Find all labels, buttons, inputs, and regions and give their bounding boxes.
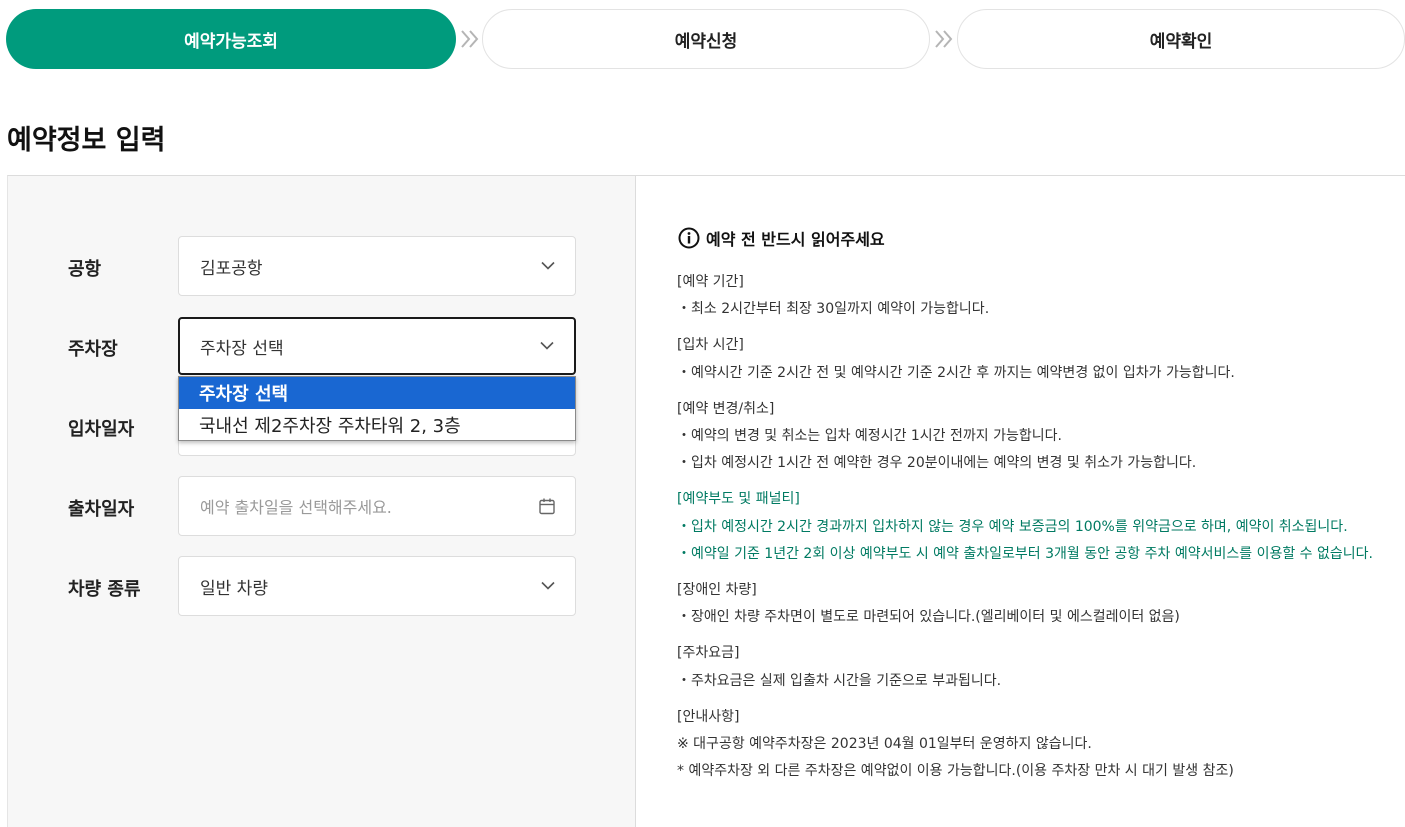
notice-heading: 예약 전 반드시 읽어주세요 bbox=[678, 226, 885, 250]
double-chevron-right-icon bbox=[935, 30, 953, 48]
chevron-down-icon bbox=[541, 261, 555, 270]
notice-section-title: [입차 시간] bbox=[677, 337, 744, 354]
vehicle-type-value: 일반 차량 bbox=[200, 578, 268, 599]
exit-date-label: 출차일자 bbox=[68, 499, 135, 520]
step-confirmation: 예약확인 bbox=[957, 9, 1405, 69]
notice-item: ・예약일 기준 1년간 2회 이상 예약부도 시 예약 출차일로부터 3개월 동… bbox=[677, 545, 1373, 562]
notice-item: ※ 대구공항 예약주차장은 2023년 04월 01일부터 운영하지 않습니다. bbox=[677, 736, 1092, 753]
step-availability: 예약가능조회 bbox=[6, 9, 456, 69]
notice-item: ・예약의 변경 및 취소는 입차 예정시간 1시간 전까지 가능합니다. bbox=[677, 428, 1062, 445]
chevron-down-icon bbox=[540, 341, 554, 350]
double-chevron-right-icon bbox=[461, 30, 479, 48]
notice-section-title: [예약부도 및 패널티] bbox=[677, 491, 800, 508]
notice-section-title: [안내사항] bbox=[677, 708, 740, 725]
step-application: 예약신청 bbox=[482, 9, 930, 69]
notice-section-title: [장애인 차량] bbox=[677, 582, 757, 599]
notice-item: ・입차 예정시간 2시간 경과까지 입차하지 않는 경우 예약 보증금의 100… bbox=[677, 518, 1348, 535]
chevron-down-icon bbox=[541, 581, 555, 590]
notice-item: ・최소 2시간부터 최장 30일까지 예약이 가능합니다. bbox=[677, 301, 990, 318]
notice-item: ・주차요금은 실제 입출차 시간을 기준으로 부과됩니다. bbox=[677, 672, 1002, 689]
airport-label: 공항 bbox=[68, 259, 102, 280]
airport-select[interactable]: 김포공항 bbox=[178, 236, 576, 296]
exit-date-placeholder: 예약 출차일을 선택해주세요. bbox=[200, 498, 392, 517]
parking-label: 주차장 bbox=[68, 339, 118, 360]
step-indicator: 예약가능조회 예약신청 예약확인 bbox=[0, 0, 1405, 80]
notice-item: ・입차 예정시간 1시간 전 예약한 경우 20분이내에는 예약의 변경 및 취… bbox=[677, 455, 1197, 472]
notice-section-title: [예약 기간] bbox=[677, 274, 744, 290]
notice-section-title: [주차요금] bbox=[677, 645, 740, 662]
page-title: 예약정보 입력 bbox=[7, 125, 166, 156]
exit-date-field[interactable]: 예약 출차일을 선택해주세요. bbox=[178, 476, 576, 536]
entry-date-label: 입차일자 bbox=[68, 419, 135, 440]
parking-dropdown-list: 주차장 선택 국내선 제2주차장 주차타워 2, 3층 bbox=[178, 376, 576, 441]
calendar-icon bbox=[539, 498, 555, 515]
parking-select[interactable]: 주차장 선택 bbox=[178, 317, 576, 375]
vehicle-type-select[interactable]: 일반 차량 bbox=[178, 556, 576, 616]
notice-item: * 예약주차장 외 다른 주차장은 예약없이 이용 가능합니다.(이용 주차장 … bbox=[677, 763, 1234, 780]
notice-body: [예약 기간] ・최소 2시간부터 최장 30일까지 예약이 가능합니다. [입차 … bbox=[677, 269, 1397, 785]
parking-option[interactable]: 국내선 제2주차장 주차타워 2, 3층 bbox=[179, 409, 575, 441]
notice-heading-text: 예약 전 반드시 읽어주세요 bbox=[706, 230, 885, 249]
notice-item: ・예약시간 기준 2시간 전 및 예약시간 기준 2시간 후 까지는 예약변경 … bbox=[677, 364, 1235, 381]
notice-section-title: [예약 변경/취소] bbox=[677, 400, 775, 417]
parking-value: 주차장 선택 bbox=[200, 338, 284, 359]
airport-value: 김포공항 bbox=[200, 258, 263, 279]
vehicle-type-label: 차량 종류 bbox=[68, 579, 141, 600]
parking-option[interactable]: 주차장 선택 bbox=[179, 377, 575, 409]
notice-item: ・장애인 차량 주차면이 별도로 마련되어 있습니다.(엘리베이터 및 에스컬레… bbox=[677, 609, 1180, 626]
info-icon bbox=[678, 227, 700, 249]
